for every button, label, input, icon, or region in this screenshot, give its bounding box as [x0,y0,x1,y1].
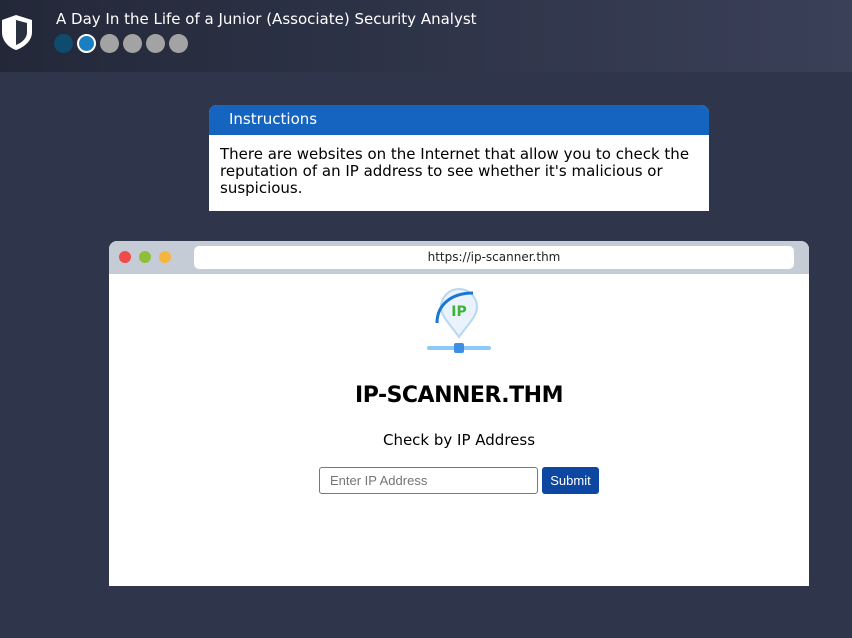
address-bar[interactable]: https://ip-scanner.thm [194,246,794,269]
site-subtitle: Check by IP Address [382,431,536,449]
top-bar: A Day In the Life of a Junior (Associate… [0,0,852,72]
step-6[interactable] [169,34,188,53]
progress-steps [54,34,188,53]
site-title: IP-SCANNER.THM [355,383,563,408]
minimize-dot-icon[interactable] [159,251,171,263]
room-title: A Day In the Life of a Junior (Associate… [56,10,477,28]
instructions-heading: Instructions [209,105,709,135]
maximize-dot-icon[interactable] [139,251,151,263]
instructions-body: There are websites on the Internet that … [220,145,690,197]
step-2[interactable] [77,34,96,53]
close-dot-icon[interactable] [119,251,131,263]
step-5[interactable] [146,34,165,53]
submit-button[interactable]: Submit [542,467,599,494]
logo-text: IP [451,304,466,320]
ip-address-input[interactable] [319,467,538,494]
browser-window: https://ip-scanner.thm IP IP-SCANNER.THM… [109,241,809,586]
shield-icon [2,15,32,50]
browser-toolbar: https://ip-scanner.thm [109,241,809,274]
step-1[interactable] [54,34,73,53]
instructions-panel: Instructions There are websites on the I… [209,105,709,211]
step-3[interactable] [100,34,119,53]
step-4[interactable] [123,34,142,53]
ip-location-logo-icon: IP [427,288,491,353]
